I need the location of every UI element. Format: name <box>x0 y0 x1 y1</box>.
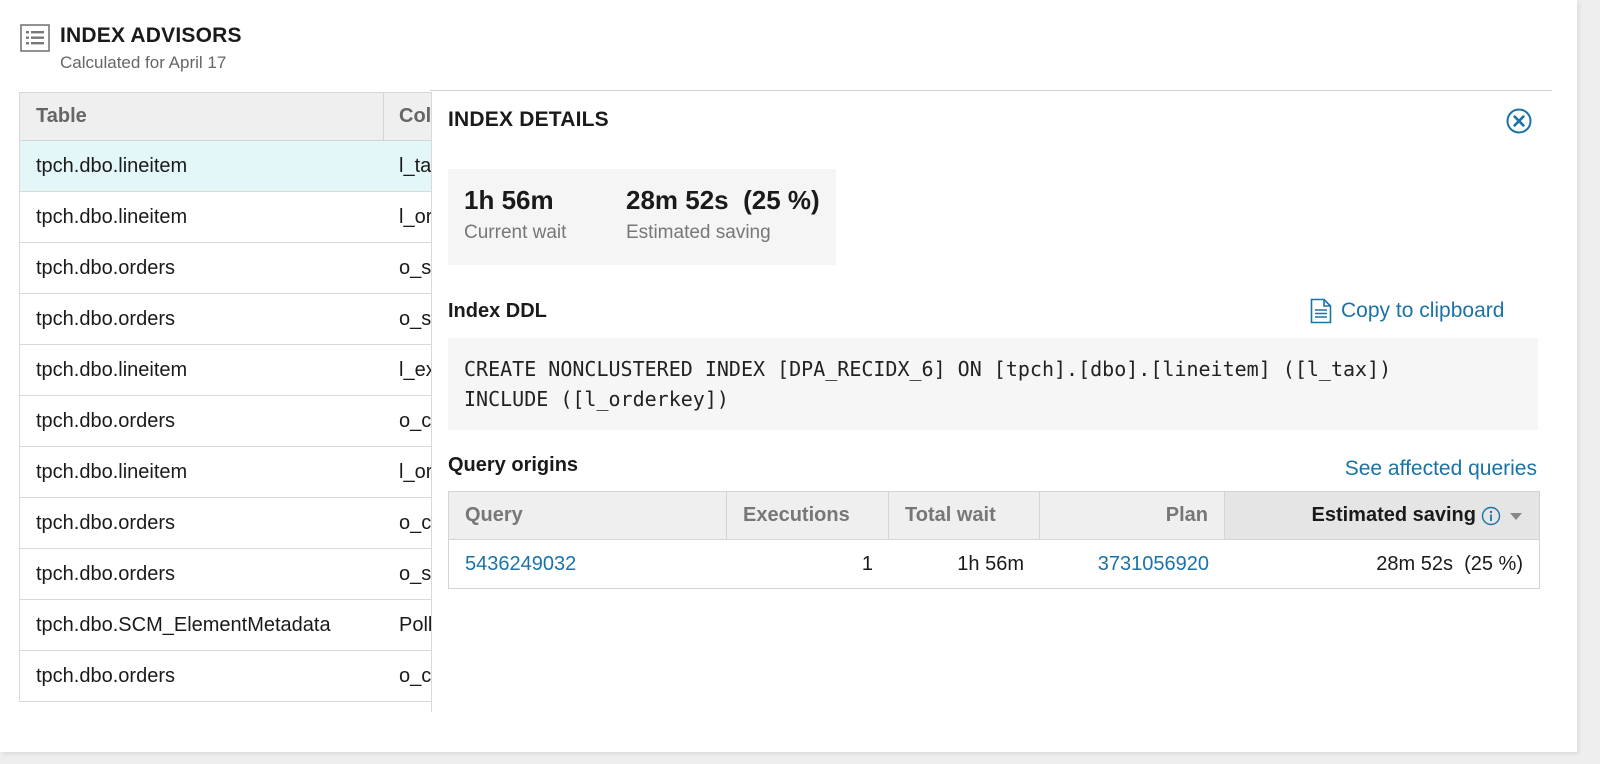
table-cell-table: tpch.dbo.lineitem <box>36 461 188 483</box>
current-wait-value: 1h 56m <box>464 185 554 215</box>
table-row[interactable]: tpch.dbo.orders o_c <box>20 498 431 549</box>
details-title: INDEX DETAILS <box>448 108 609 131</box>
table-row[interactable]: tpch.dbo.lineitem l_ex <box>20 345 431 396</box>
executions-cell: 1 <box>861 553 873 575</box>
table-row[interactable]: tpch.dbo.orders o_s <box>20 294 431 345</box>
estimated-saving-stat: 28m 52s (25 %) Estimated saving <box>626 185 820 244</box>
table-cell-columns: l_ex <box>399 359 431 381</box>
see-affected-queries-link[interactable]: See affected queries <box>1345 457 1537 481</box>
table-row[interactable]: tpch.dbo.orders o_c <box>20 396 431 447</box>
table-cell-columns: o_s <box>399 257 431 279</box>
index-details-panel: INDEX DETAILS 1h 56m Current wait 28m 52… <box>431 92 1553 712</box>
table-cell-table: tpch.dbo.lineitem <box>36 359 188 381</box>
wait-summary: 1h 56m Current wait 28m 52s (25 %) Estim… <box>448 169 836 265</box>
table-row[interactable]: tpch.dbo.SCM_ElementMetadata Poll <box>20 600 431 651</box>
index-advisors-table: Table Col tpch.dbo.lineitem l_ta tpch.db… <box>19 92 431 702</box>
index-ddl-label: Index DDL <box>448 300 547 322</box>
sort-down-icon[interactable] <box>1509 511 1523 521</box>
table-cell-table: tpch.dbo.orders <box>36 410 175 432</box>
index-ddl-code: CREATE NONCLUSTERED INDEX [DPA_RECIDX_6]… <box>448 338 1538 430</box>
table-header: Table Col <box>20 92 431 141</box>
table-cell-columns: o_c <box>399 665 431 687</box>
info-icon[interactable] <box>1481 506 1501 526</box>
document-icon <box>1310 298 1332 324</box>
table-cell-columns: l_or <box>399 206 431 228</box>
table-cell-columns: l_or <box>399 461 431 483</box>
query-id-link[interactable]: 5436249032 <box>449 540 727 588</box>
current-wait-label: Current wait <box>464 222 567 243</box>
estimated-saving-value: 28m 52s (25 %) <box>626 185 820 215</box>
column-header-query[interactable]: Query <box>449 492 727 539</box>
table-row[interactable]: tpch.dbo.lineitem l_or <box>20 192 431 243</box>
estimated-saving-label: Estimated saving <box>626 222 771 243</box>
table-cell-columns: o_c <box>399 410 431 432</box>
close-icon[interactable] <box>1506 108 1532 134</box>
table-cell-columns: o_s <box>399 563 431 585</box>
copy-to-clipboard-label: Copy to clipboard <box>1341 299 1505 322</box>
list-icon <box>20 24 50 52</box>
table-cell-table: tpch.dbo.orders <box>36 665 175 687</box>
table-row[interactable]: tpch.dbo.lineitem l_or <box>20 447 431 498</box>
column-header-estimated-saving[interactable]: Estimated saving <box>1225 492 1539 539</box>
table-cell-table: tpch.dbo.orders <box>36 512 175 534</box>
header-divider <box>430 90 1552 91</box>
copy-to-clipboard-button[interactable]: Copy to clipboard <box>1310 298 1504 324</box>
column-header-total-wait[interactable]: Total wait <box>889 492 1040 539</box>
plan-link[interactable]: 3731056920 <box>1040 540 1225 588</box>
total-wait-cell: 1h 56m <box>957 553 1024 575</box>
table-cell-columns: o_s <box>399 308 431 330</box>
query-origins-label: Query origins <box>448 454 579 476</box>
query-origins-table: Query Executions Total wait Plan Estimat… <box>448 491 1540 589</box>
query-table-header: Query Executions Total wait Plan Estimat… <box>449 491 1539 540</box>
table-cell-table: tpch.dbo.orders <box>36 308 175 330</box>
table-cell-columns: l_ta <box>399 155 431 177</box>
table-cell-table: tpch.dbo.orders <box>36 563 175 585</box>
table-row[interactable]: tpch.dbo.orders o_s <box>20 243 431 294</box>
column-header-table[interactable]: Table <box>20 93 384 140</box>
current-wait-stat: 1h 56m Current wait <box>464 185 566 244</box>
table-cell-columns: Poll <box>399 614 431 636</box>
table-row[interactable]: tpch.dbo.orders o_c <box>20 651 431 702</box>
table-row[interactable]: tpch.dbo.orders o_s <box>20 549 431 600</box>
query-row: 5436249032 1 1h 56m 3731056920 28m 52s (… <box>449 540 1539 589</box>
table-cell-table: tpch.dbo.lineitem <box>36 206 188 228</box>
index-advisors-card: INDEX ADVISORS Calculated for April 17 T… <box>0 0 1577 752</box>
estimated-saving-header-label: Estimated saving <box>1311 504 1476 526</box>
column-header-columns[interactable]: Col <box>384 93 431 140</box>
column-header-plan[interactable]: Plan <box>1040 492 1225 539</box>
column-header-executions[interactable]: Executions <box>727 492 889 539</box>
page-title: INDEX ADVISORS <box>60 24 242 47</box>
table-cell-table: tpch.dbo.orders <box>36 257 175 279</box>
estimated-saving-cell: 28m 52s (25 %) <box>1376 553 1523 575</box>
table-cell-columns: o_c <box>399 512 431 534</box>
table-cell-table: tpch.dbo.SCM_ElementMetadata <box>36 614 331 636</box>
table-cell-table: tpch.dbo.lineitem <box>36 155 188 177</box>
page-subtitle: Calculated for April 17 <box>60 53 227 72</box>
table-row[interactable]: tpch.dbo.lineitem l_ta <box>20 141 431 192</box>
